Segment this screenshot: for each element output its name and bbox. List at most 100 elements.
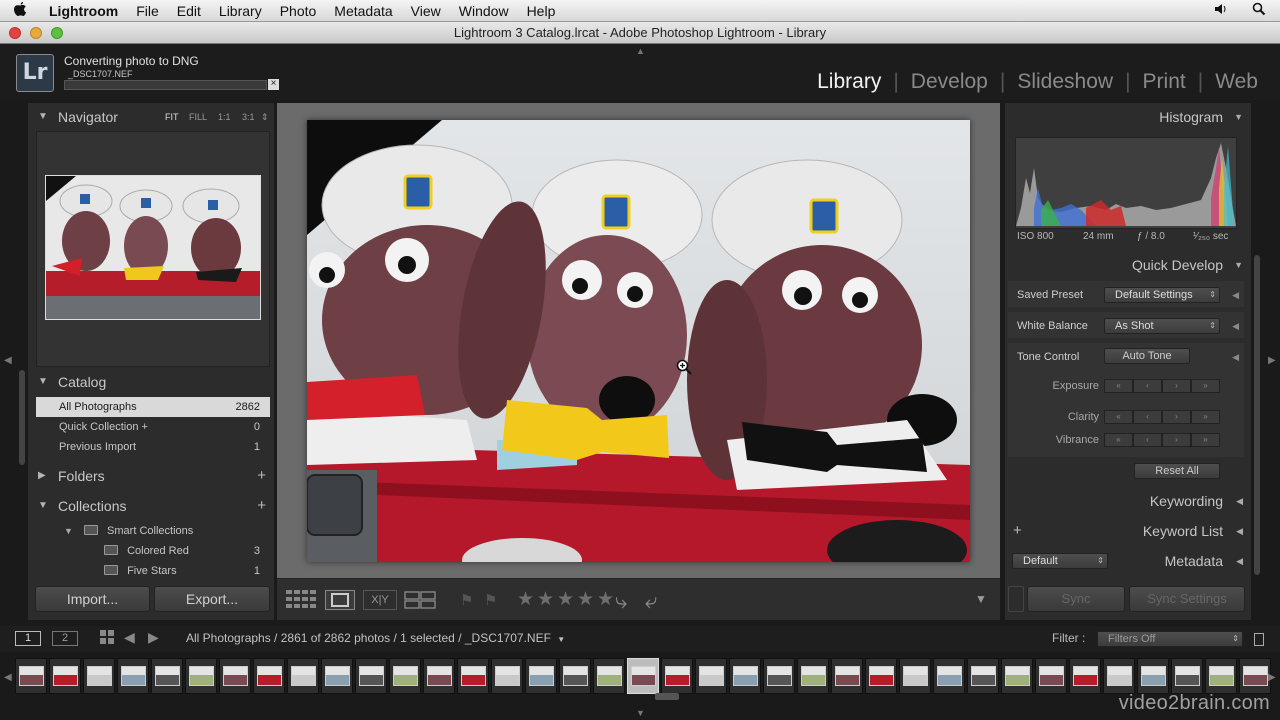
saved-preset-dropdown[interactable]: Default Settings ⇕ — [1104, 287, 1220, 303]
decrease-large-icon[interactable]: « — [1104, 410, 1133, 424]
star-icon[interactable]: ★ — [597, 588, 614, 611]
increase-icon[interactable]: › — [1162, 379, 1191, 393]
filmstrip-thumbnail[interactable] — [1035, 658, 1067, 694]
smart-collections-group[interactable]: ▼ Smart Collections — [36, 521, 270, 541]
minimize-window-button[interactable] — [30, 27, 42, 39]
volume-icon[interactable] — [1214, 0, 1228, 22]
filmstrip-scroll-thumb[interactable] — [655, 693, 679, 700]
filmstrip-thumbnail[interactable] — [797, 658, 829, 694]
decrease-large-icon[interactable]: « — [1104, 433, 1133, 447]
nav-fill-option[interactable]: FILL — [189, 105, 207, 129]
white-balance-dropdown[interactable]: As Shot ⇕ — [1104, 318, 1220, 334]
expand-section-icon[interactable]: ◀ — [1232, 352, 1239, 363]
filmstrip-thumbnail[interactable] — [1069, 658, 1101, 694]
export-button[interactable]: Export... — [154, 586, 270, 612]
search-icon[interactable] — [1252, 0, 1266, 22]
module-print[interactable]: Print — [1143, 70, 1186, 94]
collection-colored-red[interactable]: Colored Red 3 — [36, 541, 270, 561]
histogram-header[interactable]: Histogram ▼ — [1005, 104, 1251, 130]
filmstrip-left-arrow-icon[interactable]: ◀ — [4, 672, 12, 683]
menu-window[interactable]: Window — [450, 0, 518, 22]
folders-header[interactable]: ▶ Folders + — [28, 464, 274, 488]
sync-settings-button[interactable]: Sync Settings — [1129, 586, 1245, 612]
flag-icon[interactable]: ⚑ — [460, 591, 473, 609]
filmstrip[interactable]: ◀ ▶ ▼ — [0, 652, 1280, 720]
menu-view[interactable]: View — [402, 0, 450, 22]
menu-help[interactable]: Help — [518, 0, 565, 22]
filmstrip-thumbnail[interactable] — [219, 658, 251, 694]
expand-section-icon[interactable]: ◀ — [1232, 290, 1239, 301]
back-arrow-icon[interactable]: ◀ — [124, 629, 135, 646]
histogram-chart[interactable] — [1015, 137, 1237, 229]
menu-photo[interactable]: Photo — [271, 0, 326, 22]
filter-dropdown[interactable]: Filters Off ⇕ — [1097, 631, 1243, 647]
filmstrip-thumbnail[interactable] — [559, 658, 591, 694]
secondary-window-button[interactable]: 2 — [52, 631, 78, 646]
filmstrip-thumbnail[interactable] — [321, 658, 353, 694]
filmstrip-thumbnail[interactable] — [933, 658, 965, 694]
zoom-window-button[interactable] — [51, 27, 63, 39]
filmstrip-thumbnail[interactable] — [49, 658, 81, 694]
collapse-left-arrow-icon[interactable]: ◀ — [4, 355, 12, 366]
close-window-button[interactable] — [9, 27, 21, 39]
filmstrip-thumbnail[interactable] — [389, 658, 421, 694]
nav-1to1-option[interactable]: 1:1 — [218, 105, 231, 129]
star-icon[interactable]: ★ — [517, 588, 534, 611]
decrease-icon[interactable]: ‹ — [1133, 379, 1162, 393]
filmstrip-thumbnail[interactable] — [185, 658, 217, 694]
cancel-progress-button[interactable]: × — [268, 79, 279, 90]
loupe-view-icon[interactable] — [325, 590, 355, 610]
filmstrip-thumbnail[interactable] — [865, 658, 897, 694]
filmstrip-thumbnail[interactable] — [15, 658, 47, 694]
catalog-header[interactable]: ▼ Catalog — [28, 370, 274, 394]
nav-3to1-option[interactable]: 3:1 — [242, 105, 255, 129]
filmstrip-thumbnail[interactable] — [355, 658, 387, 694]
filmstrip-thumbnail[interactable] — [593, 658, 625, 694]
primary-window-button[interactable]: 1 — [15, 631, 41, 646]
increase-icon[interactable]: › — [1162, 410, 1191, 424]
filmstrip-thumbnail[interactable] — [457, 658, 489, 694]
decrease-icon[interactable]: ‹ — [1133, 433, 1162, 447]
reject-flag-icon[interactable]: ⚑ — [484, 591, 497, 609]
filmstrip-thumbnail[interactable] — [1205, 658, 1237, 694]
navigator-header[interactable]: ▼ Navigator FIT FILL 1:1 3:1 ⇕ — [28, 105, 274, 129]
catalog-previous-import[interactable]: Previous Import 1 — [36, 437, 270, 457]
sync-toggle-switch[interactable] — [1008, 586, 1024, 612]
collapse-top-arrow-icon[interactable]: ▲ — [636, 46, 645, 56]
catalog-all-photographs[interactable]: All Photographs 2862 — [36, 397, 270, 417]
metadata-preset-dropdown[interactable]: Default ⇕ — [1012, 553, 1108, 569]
star-icon[interactable]: ★ — [577, 588, 594, 611]
survey-view-icon[interactable] — [404, 590, 437, 610]
filmstrip-thumbnail[interactable] — [967, 658, 999, 694]
filmstrip-thumbnail[interactable] — [1103, 658, 1135, 694]
exposure-stepper[interactable]: «‹ ›» — [1104, 379, 1220, 393]
filmstrip-thumbnail[interactable] — [83, 658, 115, 694]
source-breadcrumb[interactable]: All Photographs / 2861 of 2862 photos / … — [186, 631, 565, 645]
filmstrip-thumbnail[interactable] — [423, 658, 455, 694]
grid-icon[interactable] — [100, 630, 114, 647]
nav-fit-option[interactable]: FIT — [165, 105, 179, 129]
module-develop[interactable]: Develop — [911, 70, 988, 94]
module-slideshow[interactable]: Slideshow — [1017, 70, 1113, 94]
import-button[interactable]: Import... — [35, 586, 150, 612]
quick-develop-header[interactable]: Quick Develop ▼ — [1005, 252, 1251, 278]
keywording-header[interactable]: Keywording ◀ — [1005, 488, 1251, 514]
forward-arrow-icon[interactable]: ▶ — [148, 629, 159, 646]
decrease-large-icon[interactable]: « — [1104, 379, 1133, 393]
filmstrip-right-arrow-icon[interactable]: ▶ — [1268, 672, 1276, 683]
collapse-right-arrow-icon[interactable]: ▶ — [1268, 355, 1276, 366]
metadata-header[interactable]: Default ⇕ Metadata ◀ — [1005, 548, 1251, 574]
catalog-quick-collection[interactable]: Quick Collection + 0 — [36, 417, 270, 437]
filmstrip-thumbnail[interactable] — [491, 658, 523, 694]
clarity-stepper[interactable]: «‹ ›» — [1104, 410, 1220, 424]
module-library[interactable]: Library — [817, 70, 881, 94]
grid-view-icon[interactable] — [286, 590, 316, 610]
navigator-preview[interactable] — [36, 131, 270, 367]
increase-large-icon[interactable]: » — [1191, 410, 1220, 424]
filmstrip-thumbnail[interactable] — [627, 658, 659, 694]
menu-file[interactable]: File — [127, 0, 168, 22]
decrease-icon[interactable]: ‹ — [1133, 410, 1162, 424]
right-scrollbar[interactable] — [1254, 255, 1260, 575]
keyword-list-header[interactable]: + Keyword List ◀ — [1005, 518, 1251, 544]
navigator-thumbnail[interactable] — [45, 175, 261, 320]
